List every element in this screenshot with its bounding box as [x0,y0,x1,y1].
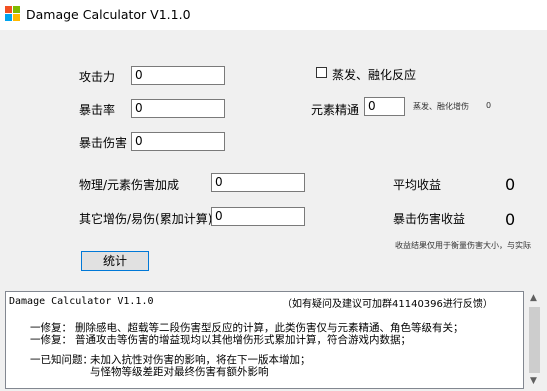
scroll-thumb[interactable] [529,307,540,373]
issue-title: 一已知问题： [30,354,93,366]
crit-rate-input[interactable]: 0 [131,99,225,118]
result-note: 收益结果仅用于衡量伤害大小，与实际 [395,241,531,250]
reaction-checkbox[interactable] [316,67,327,78]
fix2-line1: 普通攻击等伤害的增益现均以其他增伤形式累加计算，符合游戏内数据； [75,334,411,346]
other-bonus-label: 其它增伤/易伤(累加计算) [79,212,213,226]
changelog-header-app: Damage Calculator V1.1.0 [9,296,154,307]
scroll-down-icon[interactable]: ▼ [530,376,537,386]
changelog-textbox[interactable]: Damage Calculator V1.1.0 （如有疑问及建议可加群4114… [5,291,524,389]
reaction-bonus-value: 0 [486,101,492,110]
scroll-up-icon[interactable]: ▲ [530,293,537,303]
crit-damage-label: 暴击伤害 [79,136,128,150]
attack-label: 攻击力 [79,70,116,84]
elemental-mastery-input[interactable]: 0 [364,97,405,116]
attack-input[interactable]: 0 [131,66,225,85]
avg-gain-value: 0 [505,175,516,194]
phys-elem-bonus-input[interactable]: 0 [211,173,305,192]
changelog-scrollbar[interactable]: ▲ ▼ [526,291,543,389]
phys-elem-bonus-label: 物理/元素伤害加成 [79,178,180,192]
avg-gain-label: 平均收益 [393,178,442,192]
other-bonus-input[interactable]: 0 [211,207,305,226]
changelog-header-feedback: （如有疑问及建议可加群41140396进行反馈） [282,299,493,310]
issue-line2: 与怪物等级差距对最终伤害有额外影响 [90,366,269,378]
calculate-button[interactable]: 统计 [81,251,149,271]
fix2-title: 一修复： [30,334,72,346]
elemental-mastery-label: 元素精通 [311,103,360,117]
app-icon [5,6,21,22]
crit-damage-input[interactable]: 0 [131,132,225,151]
reaction-bonus-label: 蒸发、融化增伤 [413,102,469,111]
crit-rate-label: 暴击率 [79,103,116,117]
crit-gain-label: 暴击伤害收益 [393,212,466,226]
reaction-checkbox-label: 蒸发、融化反应 [332,68,417,82]
title-bar: Damage Calculator V1.1.0 [0,0,547,30]
window-title: Damage Calculator V1.1.0 [26,7,191,22]
crit-gain-value: 0 [505,210,516,229]
